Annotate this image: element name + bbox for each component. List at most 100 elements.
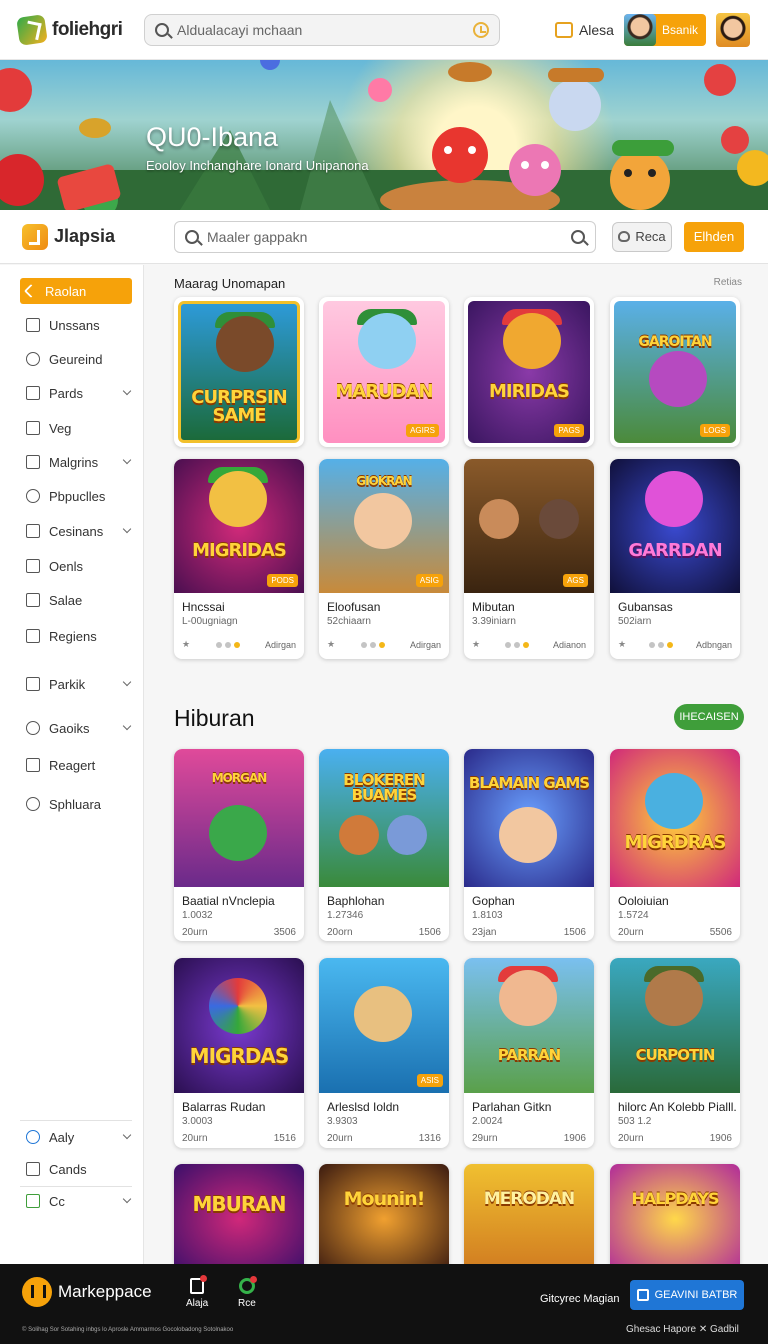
dot — [658, 641, 665, 648]
sidebar-item-gaoiks[interactable]: Gaoiks — [20, 715, 132, 741]
main-content: Maarag Unomapan Retias CURPRSIN SAME MAR… — [144, 265, 768, 1264]
fine-print: © Solihag Sor Sotahing inbgs lo Aprosle … — [22, 1327, 234, 1333]
store-brand[interactable]: Jlapsia — [22, 223, 174, 250]
card-footer-left: 20urn — [618, 1133, 644, 1144]
sidebar-item-veg[interactable]: Veg — [20, 415, 132, 441]
brand-name: foliehgri — [52, 18, 123, 40]
card-footer-right: 1506 — [563, 927, 586, 938]
info-icon — [26, 1130, 40, 1144]
home-icon — [26, 559, 40, 573]
rating-dots — [504, 641, 529, 648]
sidebar-item-reagert[interactable]: Reagert — [20, 752, 132, 778]
game-card[interactable]: BLOKEREN BUAMES Baphlohan 1.27346 20orn 1… — [319, 749, 449, 941]
sidebar-item-parkik[interactable]: Parkik — [20, 671, 132, 697]
dot — [215, 641, 222, 648]
store-search-box[interactable] — [174, 220, 596, 253]
character-face — [354, 986, 412, 1042]
character-face — [479, 499, 519, 539]
tag-icon — [26, 421, 40, 435]
sidebar-item-oenls[interactable]: Oenls — [20, 553, 132, 579]
game-meta: 1.5724 — [618, 910, 649, 921]
reca-button[interactable]: Reca — [612, 221, 672, 252]
sidebar-item-sphluara[interactable]: Sphluara — [20, 791, 132, 817]
sidebar-item-label: Cesinans — [49, 523, 104, 539]
game-card[interactable]: PARRAN Parlahan Gitkn 2.0024 29urn 1906 — [464, 958, 594, 1148]
section-more-link[interactable]: Retias — [714, 277, 742, 288]
top-search-input[interactable] — [177, 21, 465, 38]
bag-icon — [190, 1275, 208, 1294]
sidebar-item-label: Malgrins — [49, 454, 99, 470]
marketplace-brand[interactable]: Markeppace — [58, 1282, 152, 1302]
top-search-box[interactable] — [144, 13, 500, 46]
game-art-title: GARRDAN — [628, 540, 722, 561]
game-art: Mounin! — [319, 1164, 449, 1264]
sidebar-item-malgrins[interactable]: Malgrins — [20, 449, 132, 475]
hero-banner[interactable]: QU0-Ibana Eooloy Inchanghare Ionard Unip… — [0, 60, 768, 210]
game-card[interactable]: GARRDAN Gubansas 502iarn ★ Adbngan — [610, 459, 740, 659]
window-icon — [636, 1289, 649, 1301]
refresh-icon — [238, 1276, 257, 1294]
game-meta: 503 1.2 — [618, 1116, 652, 1127]
game-meta: 52chiaarn — [327, 616, 371, 627]
section-action-button[interactable]: IHECAISEN — [674, 704, 744, 730]
alert-button[interactable]: Alesa — [554, 21, 614, 38]
game-card[interactable]: CURPOTIN hilorc An Kolebb Pialll. 503 1.… — [610, 958, 740, 1148]
game-card[interactable]: MIGRDAS Balarras Rudan 3.0003 20urn 1516 — [174, 958, 304, 1148]
sidebar-item-label: Veg — [49, 420, 72, 436]
sidebar-divider — [20, 1186, 132, 1187]
game-card[interactable]: CURPRSIN SAME — [174, 297, 304, 447]
game-card[interactable]: MIRIDAS PAGS — [464, 297, 594, 447]
primary-cta-button[interactable]: Elhden — [684, 221, 744, 252]
dot — [224, 641, 231, 648]
game-card[interactable]: GIOKRAN ASIG Eloofusan 52chiaarn ★ Adirga… — [319, 459, 449, 659]
game-card[interactable]: GAROITAN LOGS — [610, 297, 740, 447]
sidebar-item-raolan[interactable]: Raolan — [20, 278, 132, 304]
footer-cta-label: GEAVINI BATBR — [654, 1289, 738, 1301]
game-card[interactable]: MERODAN — [464, 1164, 594, 1264]
sidebar-item-salae[interactable]: Salae — [20, 587, 132, 613]
dot — [522, 641, 529, 648]
rating-dots — [360, 641, 385, 648]
card-footer: 20urn 1906 — [618, 1133, 732, 1144]
game-card[interactable]: MBURAN — [174, 1164, 304, 1264]
sidebar-item-aaly[interactable]: Aaly — [20, 1124, 132, 1150]
sidebar-item-regiens[interactable]: Regiens — [20, 623, 132, 649]
sidebar-item-cands[interactable]: Cands — [20, 1156, 132, 1182]
game-art: GIOKRAN ASIG — [319, 459, 449, 593]
sidebar-item-unssans[interactable]: Unssans — [20, 312, 132, 338]
game-name: Gophan — [472, 894, 515, 908]
star-icon: ★ — [182, 639, 191, 649]
game-card[interactable]: BLAMAIN GAMS Gophan 1.8103 23jan 1506 — [464, 749, 594, 941]
sidebar-item-cesinans[interactable]: Cesinans — [20, 518, 132, 544]
game-card[interactable]: ASIS Arleslsd Ioldn 3.9303 20urn 1316 — [319, 958, 449, 1148]
store-search-input[interactable] — [207, 228, 563, 245]
game-card[interactable]: MIGRIDAS PODS Hncssai L-00ugniagn ★ Adirg… — [174, 459, 304, 659]
profile-avatar[interactable] — [716, 12, 750, 47]
character-face — [387, 815, 427, 855]
heart-icon — [618, 231, 631, 242]
footer-link[interactable]: Gitcyrec Magian — [540, 1293, 619, 1305]
user-menu-button[interactable]: Bsanik — [623, 13, 706, 46]
nav-item-rce[interactable]: Rce — [238, 1276, 257, 1309]
footer-cta-button[interactable]: GEAVINI BATBR — [630, 1280, 744, 1310]
character-face — [649, 351, 707, 407]
game-card[interactable]: HALPDAYS — [610, 1164, 740, 1264]
nav-item-alaja[interactable]: Alaja — [186, 1275, 208, 1309]
game-card[interactable]: MARUDAN AGIRS — [319, 297, 449, 447]
character-face — [358, 313, 416, 369]
game-card[interactable]: MIGRDRAS Ooloiuian 1.5724 20urn 5506 — [610, 749, 740, 941]
game-card[interactable]: Mounin! — [319, 1164, 449, 1264]
game-art-title: MIGRDRAS — [624, 832, 727, 853]
hero-illustration — [0, 60, 768, 210]
game-art-title: HALPDAYS — [631, 1189, 720, 1208]
sidebar-item-pbpuclles[interactable]: Pbpuclles — [20, 483, 132, 509]
sidebar-item-cc[interactable]: Cc — [20, 1188, 132, 1214]
sidebar-item-geureind[interactable]: Geureind — [20, 346, 132, 372]
brand[interactable]: foliehgri — [16, 13, 144, 46]
search-submit-icon[interactable] — [571, 229, 585, 244]
game-card[interactable]: AGS Mibutan 3.39iniarn ★ Adianon — [464, 459, 594, 659]
clock-icon[interactable] — [473, 21, 489, 38]
character-face — [645, 773, 703, 829]
sidebar-item-pards[interactable]: Pards — [20, 380, 132, 406]
game-card[interactable]: MORGAN Baatial nVnclepia 1.0032 20urn 350… — [174, 749, 304, 941]
